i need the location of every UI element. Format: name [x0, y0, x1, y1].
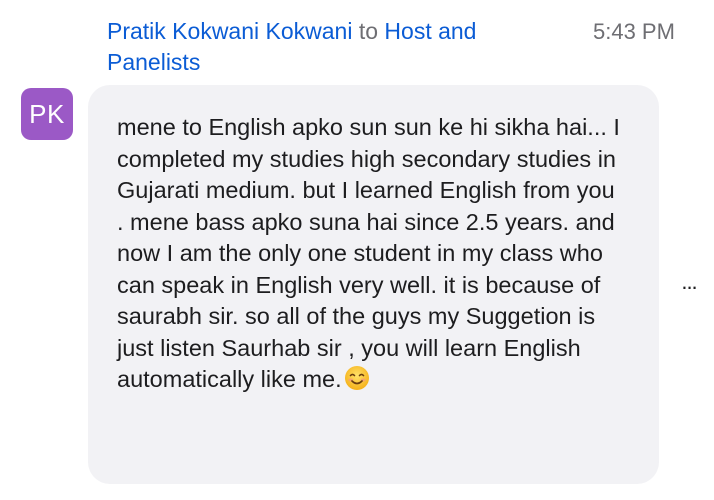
message-body: mene to English apko sun sun ke hi sikha…: [117, 112, 622, 396]
to-label: to: [358, 18, 379, 44]
message-bubble: mene to English apko sun sun ke hi sikha…: [88, 85, 659, 484]
more-options-icon[interactable]: ...: [676, 270, 702, 294]
message-text: mene to English apko sun sun ke hi sikha…: [117, 114, 620, 392]
chat-message: Pratik Kokwani Kokwani to Host and Panel…: [0, 0, 714, 500]
message-timestamp: 5:43 PM: [593, 19, 675, 44]
smiling-face-icon: [344, 366, 369, 390]
sender-name[interactable]: Pratik Kokwani Kokwani: [107, 18, 352, 44]
message-header: Pratik Kokwani Kokwani to Host and Panel…: [107, 16, 557, 78]
avatar: PK: [21, 88, 73, 140]
